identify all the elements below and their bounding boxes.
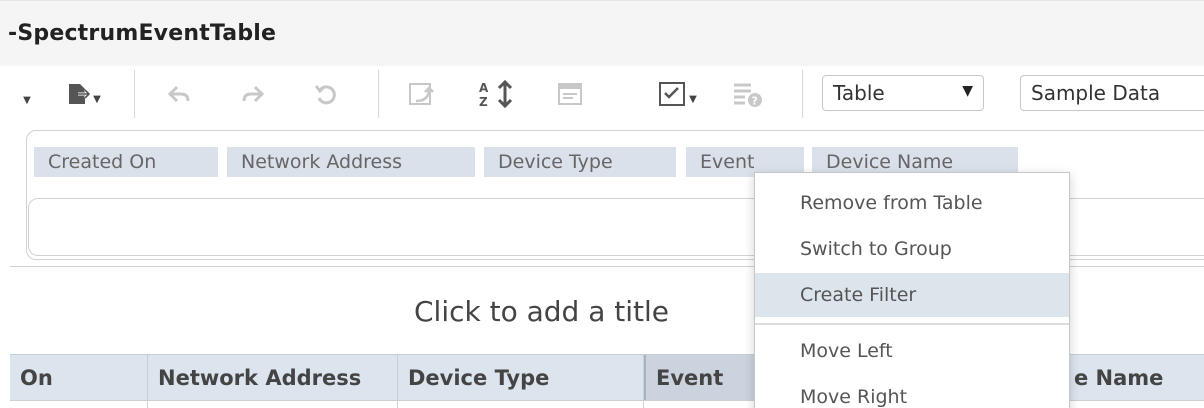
column-chip-device-type[interactable]: Device Type [484, 147, 676, 177]
menu-item-move-right[interactable]: Move Right [755, 375, 1069, 408]
toolbar-divider [134, 70, 135, 118]
checklist-caret-icon[interactable]: ▼ [689, 94, 697, 105]
export-icon [69, 84, 92, 104]
redo-button[interactable] [236, 78, 270, 110]
toolbar-divider [378, 70, 379, 118]
swap-button[interactable] [404, 78, 438, 110]
swap-icon [409, 83, 434, 105]
reset-button[interactable] [308, 78, 342, 110]
column-header-device-type[interactable]: Device Type [398, 355, 644, 401]
sort-icon: A Z [479, 79, 513, 109]
column-header-created-on[interactable]: On [10, 355, 148, 401]
undo-button[interactable] [162, 78, 196, 110]
undo-icon [167, 85, 190, 103]
column-chip-created-on[interactable]: Created On [34, 147, 218, 177]
redo-icon [242, 85, 265, 103]
caret-down-icon[interactable]: ▼ [18, 78, 34, 110]
column-chip-network-address[interactable]: Network Address [227, 147, 475, 177]
column-header-network-address[interactable]: Network Address [148, 355, 398, 401]
column-header-device-name[interactable]: e Name [1064, 355, 1204, 401]
svg-text:?: ? [752, 95, 758, 108]
menu-item-remove-from-table[interactable]: Remove from Table [755, 181, 1069, 225]
menu-item-switch-to-group[interactable]: Switch to Group [755, 227, 1069, 271]
checklist-icon [659, 82, 686, 106]
menu-separator [755, 323, 1069, 325]
toolbar: ▼ ▼ A Z ▼ ? Table ▼ Sample Data [0, 66, 1204, 122]
conditional-format-button[interactable]: ? [728, 78, 768, 110]
window-title: -SpectrumEventTable [8, 21, 277, 46]
column-context-menu: Remove from Table Switch to Group Create… [754, 172, 1070, 408]
title-bar: -SpectrumEventTable [0, 0, 1204, 66]
menu-item-create-filter[interactable]: Create Filter [755, 273, 1069, 317]
table-format-icon [558, 83, 582, 105]
reset-icon [314, 85, 336, 105]
svg-text:A: A [479, 81, 489, 95]
table-title-placeholder[interactable]: Click to add a title [414, 295, 669, 328]
view-type-select[interactable]: Table ▼ [822, 75, 984, 111]
table-format-button[interactable] [552, 78, 588, 110]
export-caret-icon[interactable]: ▼ [93, 94, 101, 105]
table-cell-divider [397, 400, 398, 408]
conditional-format-icon: ? [734, 83, 762, 108]
menu-item-move-left[interactable]: Move Left [755, 329, 1069, 373]
export-button[interactable]: ▼ [52, 78, 114, 110]
svg-text:Z: Z [479, 95, 488, 109]
column-select-button[interactable]: ▼ [648, 78, 706, 110]
data-source-value: Sample Data [1031, 81, 1161, 105]
data-source-select[interactable]: Sample Data [1020, 75, 1204, 111]
toolbar-divider [802, 70, 803, 118]
column-header-event[interactable]: Event [644, 355, 764, 401]
view-type-value: Table [833, 81, 885, 105]
sort-button[interactable]: A Z [474, 78, 520, 110]
dropdown-arrow-icon: ▼ [962, 83, 973, 99]
table-cell-divider [147, 400, 148, 408]
table-cell-divider [643, 400, 644, 408]
